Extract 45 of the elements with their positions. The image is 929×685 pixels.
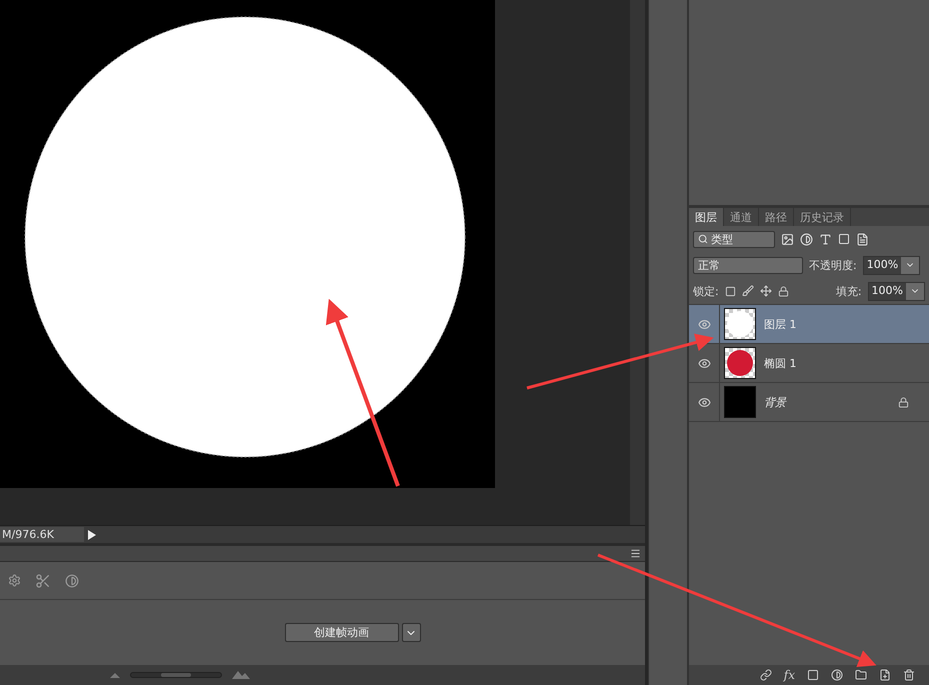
mask-icon[interactable]: [807, 669, 819, 681]
play-icon[interactable]: [88, 530, 96, 540]
trash-icon[interactable]: [903, 669, 915, 681]
fill-dropdown-button[interactable]: [906, 282, 924, 300]
settings-icon[interactable]: [8, 574, 21, 587]
image-filter-icon[interactable]: [781, 232, 794, 246]
lock-transparency-icon[interactable]: [724, 286, 736, 296]
move-icon[interactable]: [760, 285, 772, 297]
scissors-icon[interactable]: [35, 572, 51, 588]
layer-row[interactable]: 图层 1: [689, 304, 929, 343]
layer-name: 背景: [764, 394, 788, 410]
filter-select[interactable]: 类型: [693, 230, 775, 248]
large-mountain-icon: [232, 671, 250, 679]
layer-row[interactable]: 背景: [689, 382, 929, 421]
adjustment-layer-icon[interactable]: [831, 669, 843, 681]
opacity-field[interactable]: 100%: [862, 256, 920, 274]
brush-icon[interactable]: [742, 285, 754, 297]
panel-menu-icon[interactable]: [630, 548, 641, 559]
search-icon: [698, 234, 708, 244]
dropdown-button[interactable]: [402, 623, 420, 642]
shape-filter-icon[interactable]: [838, 233, 850, 245]
lock-icon[interactable]: [778, 286, 789, 296]
adjustment-filter-icon[interactable]: [800, 232, 813, 246]
visibility-eye-icon[interactable]: [698, 356, 710, 370]
document-size-text: M/976.6K: [0, 527, 84, 542]
lock-label: 锁定:: [693, 284, 719, 298]
blend-mode-select[interactable]: 正常: [693, 256, 803, 274]
layer-name: 图层 1: [764, 316, 798, 332]
visibility-eye-icon[interactable]: [698, 396, 710, 408]
smart-object-filter-icon[interactable]: [856, 232, 869, 246]
new-layer-icon[interactable]: [879, 669, 891, 681]
fx-button[interactable]: fx: [784, 668, 795, 682]
fill-field[interactable]: 100%: [868, 282, 925, 300]
type-filter-icon[interactable]: [819, 232, 832, 246]
folder-icon[interactable]: [855, 669, 867, 681]
link-icon[interactable]: [760, 669, 772, 681]
opacity-label: 不透明度:: [809, 258, 857, 272]
transition-icon[interactable]: [65, 574, 79, 588]
create-frame-animation-button[interactable]: 创建帧动画: [284, 623, 398, 642]
small-mountain-icon: [110, 672, 120, 678]
panel-tab[interactable]: 图层: [689, 208, 724, 226]
layer-name: 椭圆 1: [764, 356, 798, 370]
visibility-eye-icon[interactable]: [698, 318, 710, 330]
opacity-dropdown-button[interactable]: [901, 256, 920, 274]
fill-label: 填充:: [836, 284, 862, 298]
